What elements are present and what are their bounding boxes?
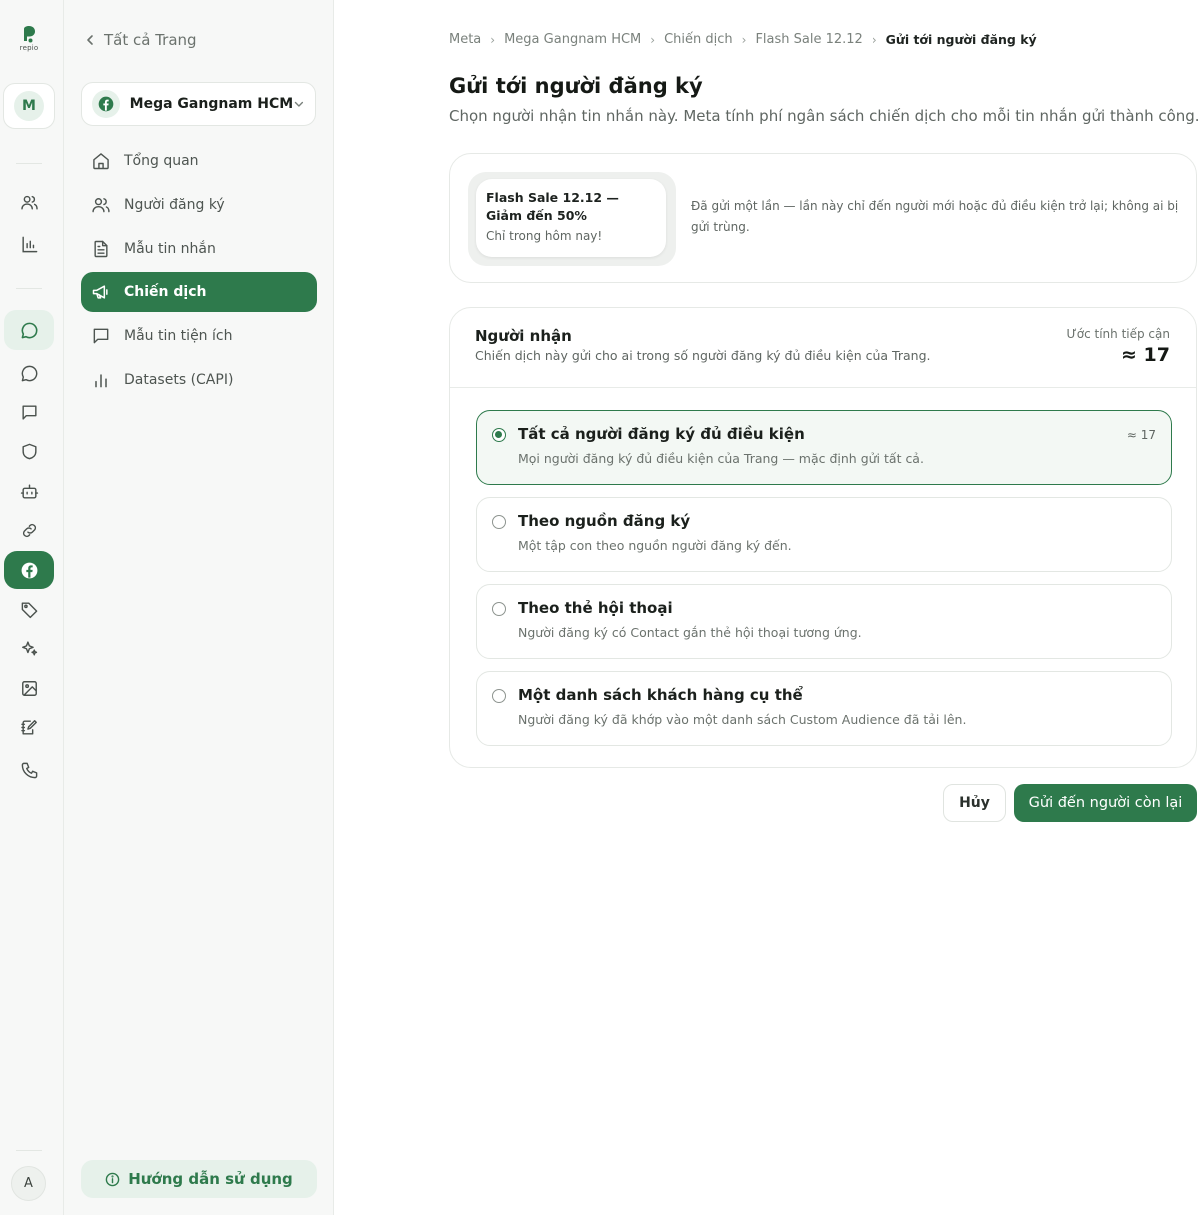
chat-bubble-icon[interactable] [4,310,54,350]
sparkles-icon[interactable] [4,630,54,666]
link-icon[interactable] [4,512,54,548]
sidebar-item-label: Người đăng ký [124,196,225,213]
breadcrumb: Meta › Mega Gangnam HCM › Chiến dịch › F… [449,32,1037,47]
sidebar-item-datasets[interactable]: Datasets (CAPI) [81,360,317,400]
cancel-button[interactable]: Hủy [943,784,1006,822]
breadcrumb-item[interactable]: Chiến dịch [664,32,733,47]
sidebar-nav: Tổng quan Người đăng ký Mẫu tin nhắn Chi… [81,141,317,404]
breadcrumb-item[interactable]: Flash Sale 12.12 [755,32,862,47]
sidebar-item-label: Mẫu tin tiện ích [124,328,233,345]
recipients-header: Người nhận Chiến dịch này gửi cho ai tro… [450,308,1196,388]
tag-icon[interactable] [4,591,54,627]
bar-chart-icon [95,374,107,388]
option-title: Theo thẻ hội thoại [518,599,673,617]
notebook-edit-icon[interactable] [4,709,54,745]
sidebar-item-message-templates[interactable]: Mẫu tin nhắn [81,229,317,269]
recipient-option-all[interactable]: Tất cả người đăng ký đủ điều kiện Mọi ng… [476,410,1172,485]
option-count: ≈ 17 [1126,428,1156,442]
bar-chart-icon[interactable] [4,226,54,262]
rail-divider [16,288,42,289]
estimate-value: ≈ 17 [1121,344,1170,366]
chevron-right-icon: › [650,32,656,47]
message-preview-card: Flash Sale 12.12 — Giảm đến 50% Chỉ tron… [449,153,1197,283]
message-square-icon[interactable] [4,394,54,430]
sidebar-item-overview[interactable]: Tổng quan [81,141,317,181]
message-headline: Flash Sale 12.12 — Giảm đến 50% [486,190,619,223]
recipients-description: Chiến dịch này gửi cho ai trong số người… [475,348,931,363]
sidebar-item-subscribers[interactable]: Người đăng ký [81,185,317,225]
chevron-left-icon [87,35,93,45]
dedupe-note: Đã gửi một lần — lần này chỉ đến người m… [691,199,1179,234]
chevron-right-icon: › [741,32,747,47]
icon-rail: repio M A [0,0,64,1215]
radio-button[interactable] [492,689,506,703]
radio-button[interactable] [492,428,506,442]
page-subtitle: Chọn người nhận tin nhắn này. Meta tính … [449,107,1200,125]
rail-divider [16,163,42,164]
sidebar-item-label: Datasets (CAPI) [124,371,234,388]
option-title: Theo nguồn đăng ký [518,512,691,530]
option-title: Tất cả người đăng ký đủ điều kiện [518,425,805,443]
page-selector[interactable]: Mega Gangnam HCM [81,82,316,126]
help-button-label: Hướng dẫn sử dụng [128,1170,293,1188]
bot-icon[interactable] [4,473,54,509]
breadcrumb-item[interactable]: Mega Gangnam HCM [504,32,641,47]
back-link-label: Tất cả Trang [104,31,197,49]
help-button[interactable]: Hướng dẫn sử dụng [81,1160,317,1198]
recipients-card: Người nhận Chiến dịch này gửi cho ai tro… [449,307,1197,768]
chevron-right-icon: › [871,32,877,47]
option-title: Một danh sách khách hàng cụ thể [518,686,803,704]
user-avatar[interactable]: A [11,1166,46,1201]
message-circle-icon[interactable] [4,355,54,391]
sidebar-item-label: Chiến dịch [124,284,207,301]
logo-mark-icon [24,26,35,43]
home-icon [93,153,109,170]
recipient-option-source[interactable]: Theo nguồn đăng ký Một tập con theo nguồ… [476,497,1172,572]
logo-text: repio [19,44,39,52]
option-description: Một tập con theo nguồn người đăng ký đến… [518,538,792,553]
image-icon[interactable] [4,670,54,706]
radio-button[interactable] [492,515,506,529]
message-body: Chỉ trong hôm nay! [486,229,603,243]
app-logo[interactable]: repio [16,26,42,52]
option-description: Người đăng ký có Contact gắn thẻ hội tho… [518,625,862,640]
sidebar-item-label: Tổng quan [124,153,199,169]
shield-icon[interactable] [4,433,54,469]
info-icon [105,1172,120,1186]
recipients-title: Người nhận [475,327,572,345]
radio-button[interactable] [492,602,506,616]
phone-icon[interactable] [4,752,54,788]
send-button[interactable]: Gửi đến người còn lại [1014,784,1197,822]
sidebar-item-campaigns[interactable]: Chiến dịch [81,272,317,313]
page-title: Gửi tới người đăng ký [449,74,703,98]
file-text-icon [94,240,108,257]
breadcrumb-item[interactable]: Meta [449,32,481,47]
message-bubble: Flash Sale 12.12 — Giảm đến 50% Chỉ tron… [476,179,666,257]
page-selector-name: Mega Gangnam HCM [129,96,294,112]
chevron-right-icon: › [490,32,496,47]
users-icon [92,197,110,213]
users-icon[interactable] [4,184,54,220]
sidebar-item-label: Mẫu tin nhắn [124,240,216,257]
message-square-icon [93,328,109,344]
option-description: Người đăng ký đã khớp vào một danh sách … [518,712,967,727]
breadcrumb-current: Gửi tới người đăng ký [885,32,1037,47]
sidebar-item-utility-templates[interactable]: Mẫu tin tiện ích [81,316,317,356]
recipient-option-custom-list[interactable]: Một danh sách khách hàng cụ thể Người đă… [476,671,1172,746]
rail-divider [16,1150,42,1151]
back-link[interactable]: Tất cả Trang [84,31,197,49]
workspace-avatar: M [14,91,44,121]
chevron-down-icon [294,101,304,107]
workspace-switcher[interactable]: M [3,83,55,129]
estimate-label: Ước tính tiếp cận [1066,327,1170,341]
facebook-icon [92,90,120,118]
option-description: Mọi người đăng ký đủ điều kiện của Trang… [518,451,924,466]
megaphone-icon [92,285,108,299]
message-bubble-frame: Flash Sale 12.12 — Giảm đến 50% Chỉ tron… [468,172,676,266]
page-sidebar: Tất cả Trang Mega Gangnam HCM Tổng quan … [64,0,334,1215]
facebook-icon[interactable] [4,551,54,589]
recipient-option-tag[interactable]: Theo thẻ hội thoại Người đăng ký có Cont… [476,584,1172,659]
